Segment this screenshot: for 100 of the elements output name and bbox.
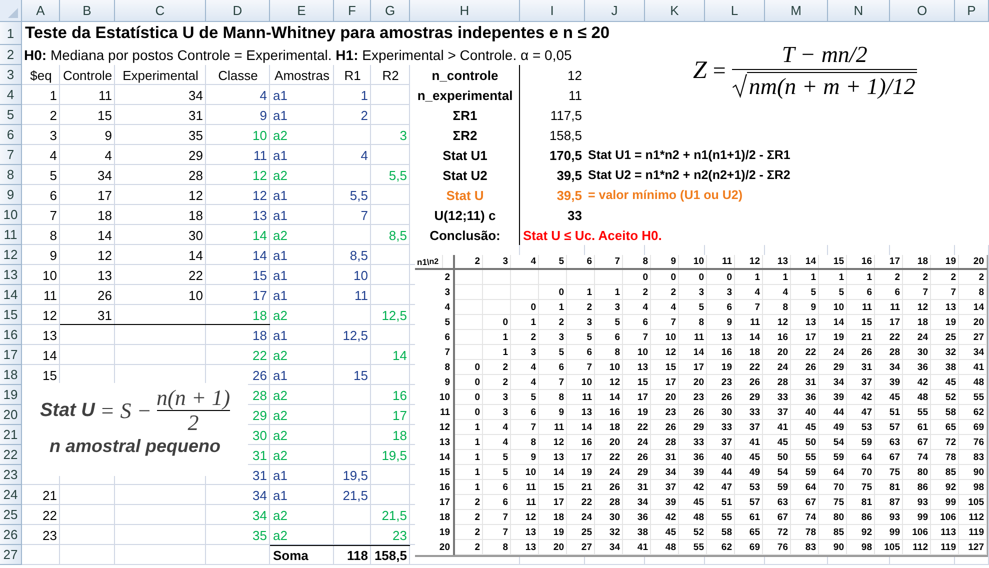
column-header[interactable]: C <box>115 0 206 22</box>
row-number[interactable]: 4 <box>0 85 22 105</box>
row-number[interactable]: 15 <box>0 305 22 325</box>
stat-value: 11 <box>568 86 583 104</box>
table-cell-text: 0 <box>474 406 481 420</box>
table-cell-text: 5 <box>614 316 621 330</box>
row-number[interactable]: 16 <box>0 325 22 345</box>
column-header[interactable]: B <box>60 0 115 22</box>
table-cell-text: 52 <box>944 391 957 405</box>
stat-value: 12 <box>566 66 583 84</box>
table-cell-text: a2 <box>272 346 288 364</box>
column-header[interactable]: A <box>22 0 60 22</box>
row-number[interactable]: 11 <box>0 225 22 245</box>
row-number[interactable]: 1 <box>0 22 22 45</box>
row-number[interactable]: 12 <box>0 245 22 265</box>
column-label: 19 <box>931 255 959 270</box>
table-cell-text: 34 <box>664 466 677 480</box>
table-cell-text: 29 <box>252 406 268 424</box>
column-header[interactable]: I <box>520 0 585 22</box>
row-number[interactable]: 27 <box>0 545 22 565</box>
row-number[interactable]: 14 <box>0 285 22 305</box>
row-number[interactable]: 9 <box>0 185 22 205</box>
row-number[interactable]: 18 <box>0 365 22 385</box>
row-number[interactable]: 5 <box>0 105 22 125</box>
column-header[interactable]: M <box>765 0 828 22</box>
column-header[interactable]: G <box>371 0 410 22</box>
row-number[interactable]: 24 <box>0 485 22 505</box>
table-cell-text: 19 <box>944 316 957 330</box>
column-header[interactable]: J <box>585 0 645 22</box>
table-cell-text: 20 <box>776 346 789 360</box>
row-number[interactable]: 23 <box>0 465 22 485</box>
column-header[interactable]: N <box>828 0 890 22</box>
table-cell-text: 1 <box>810 271 817 285</box>
row-number[interactable]: 25 <box>0 505 22 525</box>
column-header[interactable]: D <box>206 0 270 22</box>
table-cell-text: a2 <box>272 126 288 144</box>
table-cell-text: a2 <box>272 226 288 244</box>
table-cell-text: 18 <box>188 206 204 224</box>
table-cell-text: 70 <box>832 481 845 495</box>
row-number[interactable]: 2 <box>0 45 22 65</box>
table-cell-text: 28 <box>252 386 268 404</box>
row-number[interactable]: 22 <box>0 445 22 465</box>
row-number[interactable]: 13 <box>0 265 22 285</box>
table-cell-text: 7 <box>558 376 565 390</box>
row-number[interactable]: 8 <box>0 165 22 185</box>
table-cell-text: 14 <box>832 316 845 330</box>
row-number[interactable]: 7 <box>0 145 22 165</box>
table-cell-text: 44 <box>832 406 845 420</box>
table-cell-text: 2 <box>474 526 481 540</box>
table-cell-text: 7 <box>642 331 649 345</box>
column-header[interactable]: P <box>955 0 989 22</box>
column-header[interactable]: H <box>410 0 520 22</box>
column-label: R2 <box>381 66 400 84</box>
table-cell-text: 81 <box>860 496 873 510</box>
table-cell-text: 9 <box>558 406 565 420</box>
row-number[interactable]: 3 <box>0 65 22 85</box>
table-cell-text: 86 <box>916 481 929 495</box>
table-cell-text: 2 <box>922 271 929 285</box>
table-cell-text: 42 <box>692 481 705 495</box>
row-number[interactable]: 6 <box>0 125 22 145</box>
table-cell-text: 99 <box>944 496 957 510</box>
table-cell-text: a2 <box>272 506 288 524</box>
formula-note: Stat U1 = n1*n2 + n1(n1+1)/2 - ΣR1 <box>587 147 792 164</box>
table-cell-text: 62 <box>972 406 985 420</box>
table-cell-text: 14 <box>580 421 593 435</box>
table-cell-text: 76 <box>972 436 985 450</box>
row-number[interactable]: 10 <box>0 205 22 225</box>
table-cell-text: 45 <box>944 376 957 390</box>
table-cell-text: 54 <box>832 436 845 450</box>
table-cell-text: 48 <box>916 391 929 405</box>
table-cell-text: 7 <box>502 511 509 525</box>
table-cell-text: 75 <box>888 466 901 480</box>
table-cell-text: 4 <box>48 146 58 164</box>
table-cell-text: 106 <box>939 511 957 525</box>
column-label: 12 <box>735 255 763 270</box>
row-label: 2 <box>415 270 455 285</box>
row-number[interactable]: 20 <box>0 405 22 425</box>
column-label: 2 <box>455 255 483 270</box>
table-cell-text: 4 <box>754 286 761 300</box>
table-cell-text: 5 <box>558 346 565 360</box>
row-number[interactable]: 19 <box>0 385 22 405</box>
table-cell-text: 59 <box>776 481 789 495</box>
column-header[interactable]: O <box>890 0 955 22</box>
table-cell-text: 22 <box>42 506 58 524</box>
row-label: 5 <box>415 315 455 330</box>
formula-note: = valor mínimo (U1 ou U2) <box>587 187 744 204</box>
column-header[interactable]: E <box>270 0 334 22</box>
stat-value: 117,5 <box>549 106 583 124</box>
table-cell-text: 42 <box>664 511 677 525</box>
table-cell-text: 26 <box>608 481 621 495</box>
column-header[interactable]: K <box>645 0 705 22</box>
column-header[interactable]: L <box>705 0 765 22</box>
row-number[interactable]: 21 <box>0 425 22 445</box>
column-label: 7 <box>595 255 623 270</box>
row-number[interactable]: 17 <box>0 345 22 365</box>
formula-numerator: T − mn/2 <box>782 42 868 68</box>
select-all-corner[interactable] <box>0 0 22 22</box>
stat-value: 170,5 <box>548 146 583 164</box>
row-number[interactable]: 26 <box>0 525 22 545</box>
column-header[interactable]: F <box>334 0 371 22</box>
